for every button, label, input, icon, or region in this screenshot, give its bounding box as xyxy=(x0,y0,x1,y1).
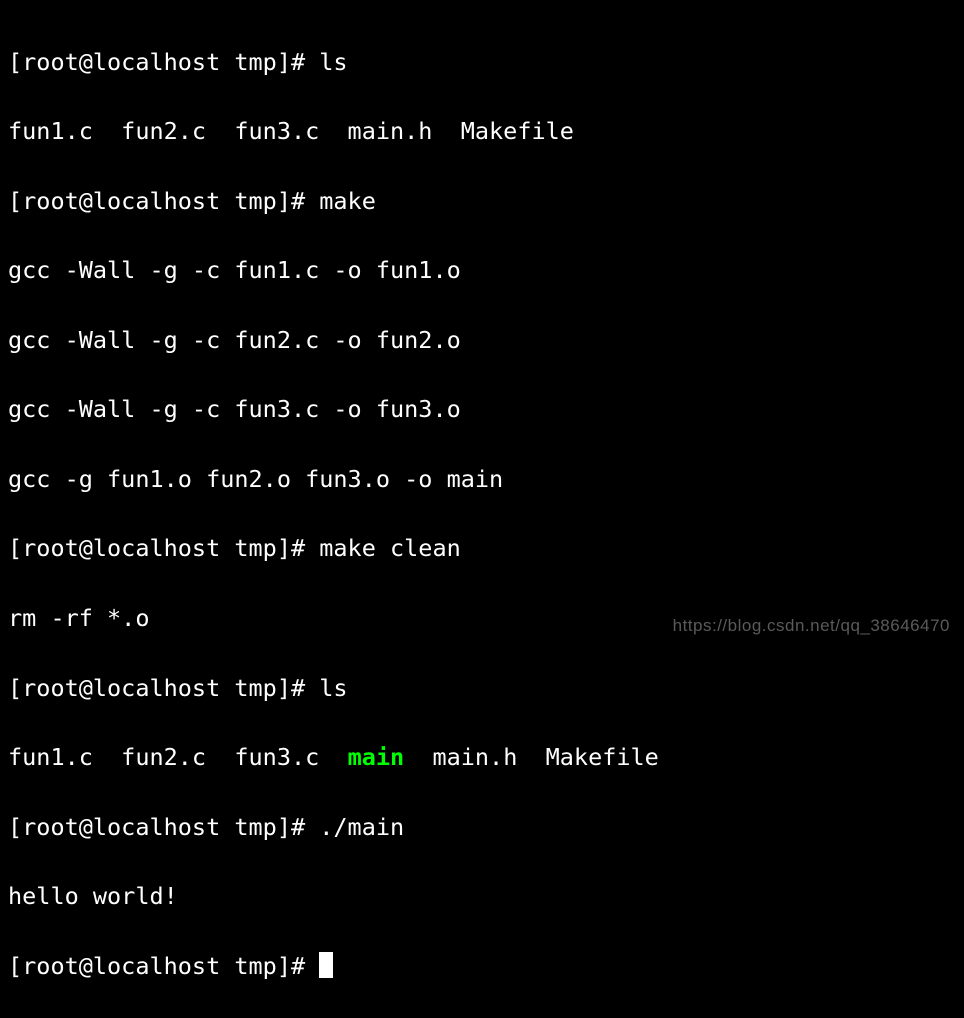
shell-prompt: [root@localhost tmp]# xyxy=(8,674,319,702)
cursor-icon xyxy=(319,952,333,978)
output-text: fun1.c fun2.c fun3.c xyxy=(8,743,348,771)
output-text: main.h Makefile xyxy=(404,743,659,771)
command-text: ./main xyxy=(319,813,404,841)
terminal-line: [root@localhost tmp]# make clean xyxy=(8,531,956,566)
terminal-line: gcc -Wall -g -c fun3.c -o fun3.o xyxy=(8,392,956,427)
command-text: make clean xyxy=(319,534,460,562)
output-text: hello world! xyxy=(8,882,178,910)
terminal-line: fun1.c fun2.c fun3.c main main.h Makefil… xyxy=(8,740,956,775)
terminal-output[interactable]: [root@localhost tmp]# ls fun1.c fun2.c f… xyxy=(8,10,956,1018)
output-text: gcc -Wall -g -c fun1.c -o fun1.o xyxy=(8,256,461,284)
command-text: ls xyxy=(319,48,347,76)
output-text: gcc -Wall -g -c fun3.c -o fun3.o xyxy=(8,395,461,423)
shell-prompt: [root@localhost tmp]# xyxy=(8,813,319,841)
command-text: make xyxy=(319,187,376,215)
terminal-line: gcc -Wall -g -c fun2.c -o fun2.o xyxy=(8,323,956,358)
executable-file: main xyxy=(348,743,405,771)
command-text: ls xyxy=(319,674,347,702)
output-text: fun1.c fun2.c fun3.c main.h Makefile xyxy=(8,117,574,145)
terminal-line: fun1.c fun2.c fun3.c main.h Makefile xyxy=(8,114,956,149)
terminal-line: gcc -g fun1.o fun2.o fun3.o -o main xyxy=(8,462,956,497)
shell-prompt: [root@localhost tmp]# xyxy=(8,48,319,76)
watermark-text: https://blog.csdn.net/qq_38646470 xyxy=(673,613,950,638)
output-text: gcc -Wall -g -c fun2.c -o fun2.o xyxy=(8,326,461,354)
shell-prompt: [root@localhost tmp]# xyxy=(8,952,319,980)
terminal-line: [root@localhost tmp]# ls xyxy=(8,45,956,80)
terminal-line: hello world! xyxy=(8,879,956,914)
terminal-line: [root@localhost tmp]# make xyxy=(8,184,956,219)
shell-prompt: [root@localhost tmp]# xyxy=(8,534,319,562)
terminal-line: gcc -Wall -g -c fun1.c -o fun1.o xyxy=(8,253,956,288)
output-text: gcc -g fun1.o fun2.o fun3.o -o main xyxy=(8,465,503,493)
shell-prompt: [root@localhost tmp]# xyxy=(8,187,319,215)
terminal-line: [root@localhost tmp]# ./main xyxy=(8,810,956,845)
terminal-line: [root@localhost tmp]# ls xyxy=(8,671,956,706)
output-text: rm -rf *.o xyxy=(8,604,149,632)
terminal-line: [root@localhost tmp]# xyxy=(8,949,956,984)
